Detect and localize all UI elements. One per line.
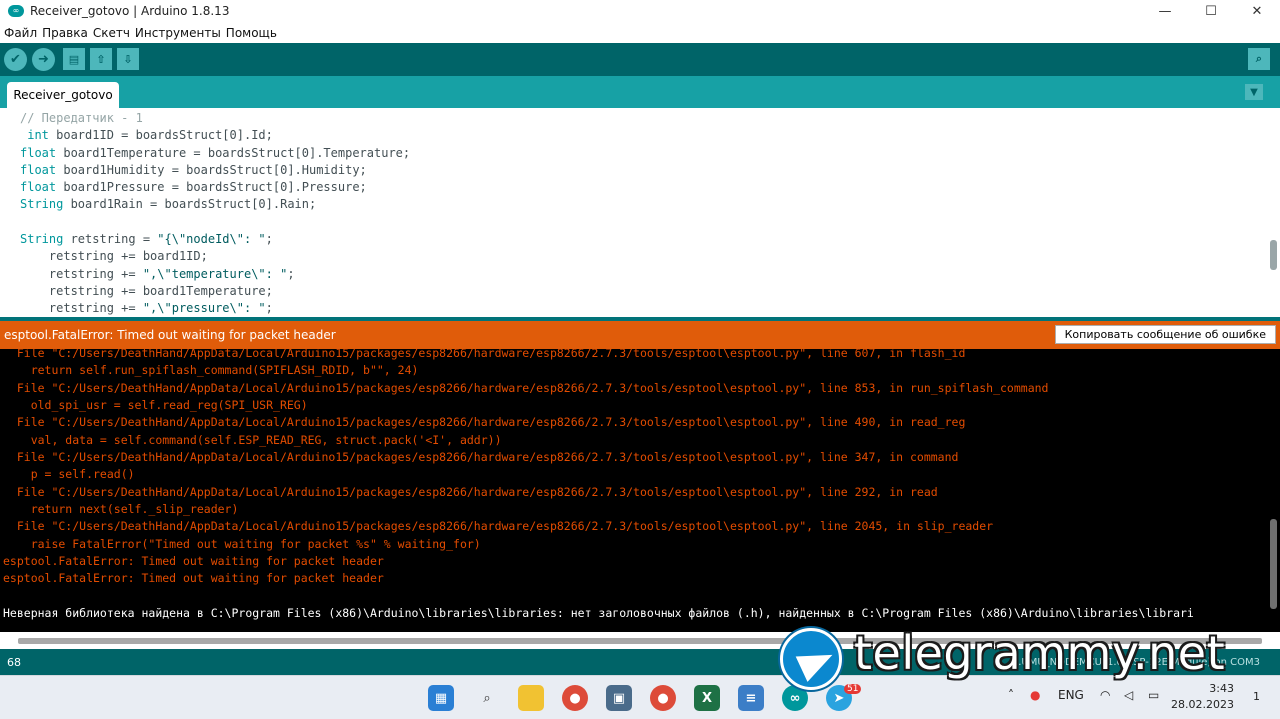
code-line[interactable]: String retstring = "{\"nodeId\": "; <box>20 231 410 248</box>
start-icon[interactable]: ▦ <box>428 685 454 711</box>
remote-desktop-icon[interactable]: ▣ <box>606 685 632 711</box>
code-token: board1Humidity = boardsStruct[0].Humidit… <box>56 162 367 177</box>
arduino-logo-icon: ∞ <box>8 5 24 17</box>
upload-button[interactable]: ➜ <box>32 48 55 71</box>
menu-edit[interactable]: Правка <box>40 26 90 40</box>
menu-sketch[interactable]: Скетч <box>91 26 132 40</box>
console-text: File "C:/Users/DeathHand/AppData/Local/A… <box>3 349 1194 623</box>
verify-button[interactable]: ✔ <box>4 48 27 71</box>
window-controls: — ☐ ✕ <box>1142 0 1280 22</box>
tab-bar: Receiver_gotovo ▼ <box>0 76 1280 108</box>
code-token: board1Pressure = boardsStruct[0].Pressur… <box>56 180 367 195</box>
code-token: "{\"nodeId\": " <box>157 232 266 247</box>
code-line[interactable]: retstring += board1ID; <box>20 248 410 265</box>
code-token: board1ID = boardsStruct[0].Id; <box>48 128 273 143</box>
notepad-icon[interactable]: ≡ <box>738 685 764 711</box>
code-text[interactable]: // Передатчик - 1 int board1ID = boardsS… <box>20 110 410 317</box>
code-token: float <box>20 145 57 160</box>
console-line: old_spi_usr = self.read_reg(SPI_USR_REG) <box>3 398 308 413</box>
code-token: float <box>20 162 57 177</box>
file-explorer-icon[interactable] <box>518 685 544 711</box>
code-token: ",\"temperature\": " <box>142 266 288 281</box>
maximize-button[interactable]: ☐ <box>1188 0 1234 22</box>
paper-plane-icon <box>795 642 839 682</box>
code-line[interactable]: retstring += ",\"temperature\": "; <box>20 266 410 283</box>
console-line: File "C:/Users/DeathHand/AppData/Local/A… <box>3 450 959 465</box>
menu-help[interactable]: Помощь <box>224 26 279 40</box>
error-message: esptool.FatalError: Timed out waiting fo… <box>4 328 336 342</box>
code-token: retstring += board1ID; <box>20 249 208 264</box>
watermark-text: telegrammy.net <box>854 626 1226 680</box>
serial-monitor-button[interactable]: ⌕ <box>1248 48 1270 70</box>
console-line: File "C:/Users/DeathHand/AppData/Local/A… <box>3 415 966 430</box>
excel-icon[interactable]: X <box>694 685 720 711</box>
menu-tools[interactable]: Инструменты <box>133 26 223 40</box>
code-line[interactable]: retstring += ",\"pressure\": "; <box>20 300 410 317</box>
code-token: String <box>20 232 64 247</box>
code-line[interactable]: float board1Pressure = boardsStruct[0].P… <box>20 179 410 196</box>
console-line: esptool.FatalError: Timed out waiting fo… <box>3 571 384 586</box>
window-title: Receiver_gotovo | Arduino 1.8.13 <box>30 4 230 18</box>
close-button[interactable]: ✕ <box>1234 0 1280 22</box>
toolbar: ✔ ➜ ▤ ⇧ ⇩ ⌕ <box>0 43 1280 76</box>
menu-bar: Файл Правка Скетч Инструменты Помощь <box>0 22 1280 43</box>
console-output[interactable]: File "C:/Users/DeathHand/AppData/Local/A… <box>0 349 1280 632</box>
code-token: ; <box>265 301 273 316</box>
console-line: File "C:/Users/DeathHand/AppData/Local/A… <box>3 380 1049 395</box>
console-line: raise FatalError("Timed out waiting for … <box>3 536 481 551</box>
new-sketch-button[interactable]: ▤ <box>63 48 85 70</box>
console-line: Неверная библиотека найдена в C:\Program… <box>3 606 1194 621</box>
line-number: 68 <box>7 656 21 669</box>
telegram-logo-icon <box>780 628 842 690</box>
code-token: String <box>20 197 64 212</box>
code-line[interactable]: float board1Temperature = boardsStruct[0… <box>20 145 410 162</box>
tab-receiver-gotovo[interactable]: Receiver_gotovo <box>7 82 119 108</box>
code-line[interactable]: String board1Rain = boardsStruct[0].Rain… <box>20 196 410 213</box>
code-line[interactable]: int board1ID = boardsStruct[0].Id; <box>20 127 410 144</box>
code-token: board1Rain = boardsStruct[0].Rain; <box>63 197 317 212</box>
code-token: ; <box>287 266 295 281</box>
code-line[interactable] <box>20 214 410 231</box>
code-token: ",\"pressure\": " <box>142 301 266 316</box>
code-line[interactable]: retstring += board1Temperature; <box>20 283 410 300</box>
tab-menu-button[interactable]: ▼ <box>1245 84 1263 100</box>
error-bar: esptool.FatalError: Timed out waiting fo… <box>0 321 1280 349</box>
console-line: val, data = self.command(self.ESP_READ_R… <box>3 432 502 447</box>
code-token: retstring += <box>20 301 143 316</box>
clock-date: 28.02.2023 <box>1171 698 1234 711</box>
console-line: esptool.FatalError: Timed out waiting fo… <box>3 554 384 569</box>
editor-scrollbar[interactable] <box>1270 240 1277 270</box>
code-editor[interactable]: // Передатчик - 1 int board1ID = boardsS… <box>0 108 1280 317</box>
save-sketch-button[interactable]: ⇩ <box>117 48 139 70</box>
console-line: File "C:/Users/DeathHand/AppData/Local/A… <box>3 519 994 534</box>
title-bar: ∞ Receiver_gotovo | Arduino 1.8.13 — ☐ ✕ <box>0 0 1280 22</box>
console-line: return self.run_spiflash_command(SPIFLAS… <box>3 363 419 378</box>
console-line: return next(self._slip_reader) <box>3 502 239 517</box>
open-sketch-button[interactable]: ⇧ <box>90 48 112 70</box>
code-token: // Передатчик - 1 <box>20 111 143 125</box>
telegrammy-watermark: telegrammy.net <box>776 624 1266 696</box>
copy-error-button[interactable]: Копировать сообщение об ошибке <box>1054 325 1276 344</box>
code-token: retstring += <box>20 266 143 281</box>
chrome-icon[interactable]: ● <box>562 685 588 711</box>
console-line: File "C:/Users/DeathHand/AppData/Local/A… <box>3 349 966 360</box>
console-scrollbar[interactable] <box>1270 519 1277 609</box>
search-icon[interactable]: ⌕ <box>474 685 500 711</box>
code-token: retstring = <box>63 232 158 247</box>
code-line[interactable]: // Передатчик - 1 <box>20 110 410 127</box>
menu-file[interactable]: Файл <box>2 26 39 40</box>
code-token: board1Temperature = boardsStruct[0].Temp… <box>56 145 411 160</box>
code-line[interactable]: float board1Humidity = boardsStruct[0].H… <box>20 162 410 179</box>
console-line: p = self.read() <box>3 467 135 482</box>
console-line: File "C:/Users/DeathHand/AppData/Local/A… <box>3 484 938 499</box>
code-token: int <box>20 128 49 143</box>
chrome-profile-icon[interactable]: ● <box>650 685 676 711</box>
code-token: ; <box>265 232 273 247</box>
code-token: retstring += board1Temperature; <box>20 283 273 298</box>
code-token: float <box>20 180 57 195</box>
minimize-button[interactable]: — <box>1142 0 1188 22</box>
